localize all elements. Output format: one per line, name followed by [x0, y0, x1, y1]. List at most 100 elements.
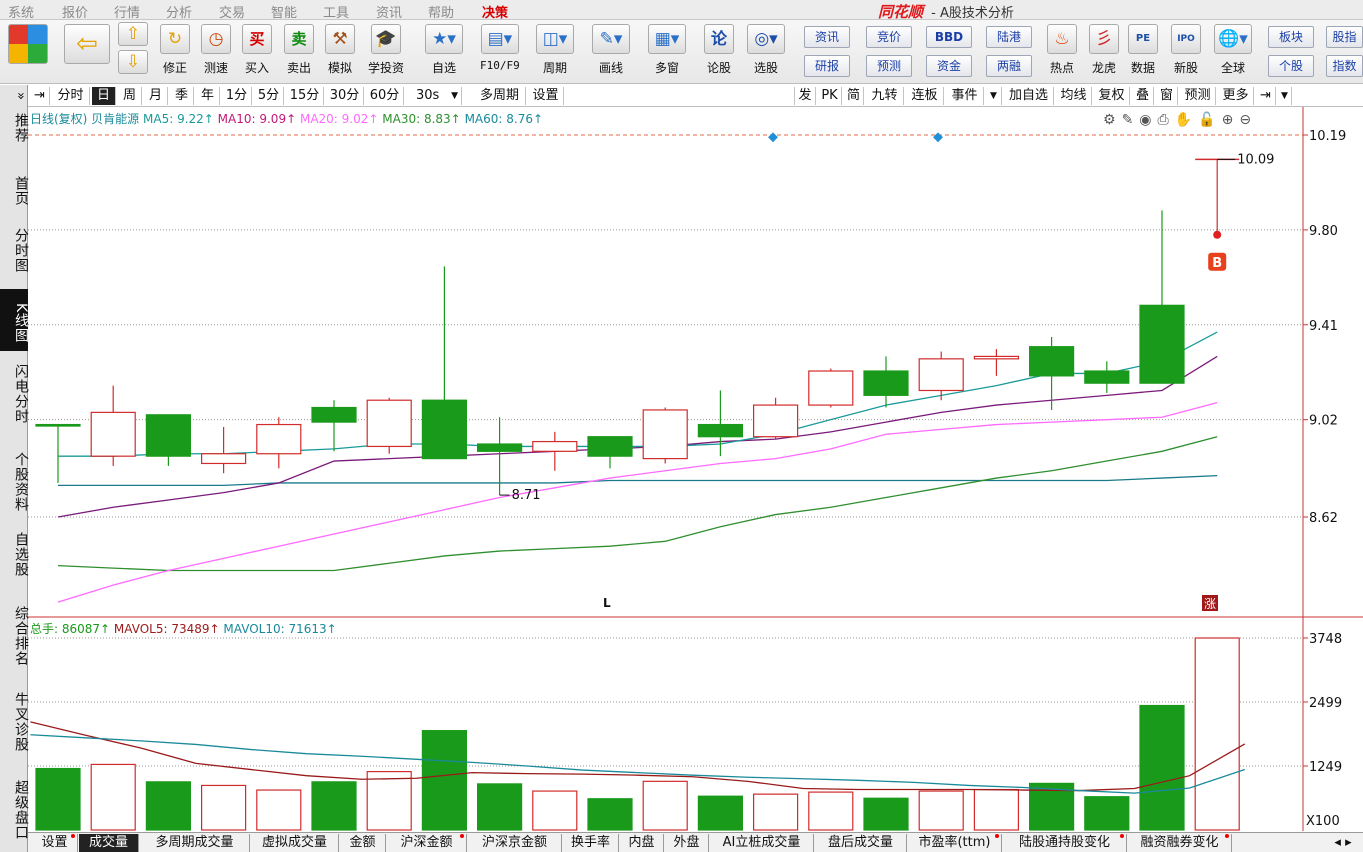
tab-year[interactable]: 年: [196, 87, 220, 105]
indicator-tab[interactable]: 成交量: [79, 834, 139, 852]
pen-tool-icon[interactable]: ✎: [1122, 112, 1140, 128]
indicator-tab[interactable]: 陆股通持股变化: [1003, 834, 1127, 852]
candle[interactable]: [35, 423, 81, 427]
sidebar-item-super-panel[interactable]: 超级盘口: [0, 773, 29, 847]
menu-smart[interactable]: 智能: [271, 2, 297, 21]
candle[interactable]: [311, 406, 357, 423]
indicator-tab[interactable]: 内盘: [620, 834, 664, 852]
tab-scroll-arrows-icon[interactable]: ◂ ▸: [1326, 834, 1360, 852]
tool-adjust[interactable]: 复权: [1094, 87, 1130, 105]
volume-bar[interactable]: [201, 784, 247, 831]
stock-button[interactable]: 个股: [1268, 55, 1314, 77]
indicator-tab[interactable]: AI立桩成交量: [710, 834, 814, 852]
indicator-tab[interactable]: 市盈率(ttm): [908, 834, 1002, 852]
volume-bar[interactable]: [1084, 796, 1130, 831]
indicator-tab[interactable]: 多周期成交量: [140, 834, 250, 852]
data-button[interactable]: PE 数据: [1128, 24, 1158, 82]
more-dropdown-icon[interactable]: ▼: [1278, 87, 1292, 105]
watchlist-button[interactable]: ★▾ 自选: [425, 24, 463, 82]
sector-button[interactable]: 板块: [1268, 26, 1314, 48]
stock-pick-button[interactable]: ◎▾ 选股: [747, 24, 785, 82]
volume-bar[interactable]: [863, 797, 909, 831]
menu-help[interactable]: 帮助: [428, 2, 454, 21]
learn-button[interactable]: 🎓 学投资: [368, 24, 404, 82]
hand-icon[interactable]: ✋: [1175, 112, 1198, 128]
volume-bar[interactable]: [366, 771, 412, 831]
volume-bar[interactable]: [587, 798, 633, 831]
candle[interactable]: [256, 423, 302, 455]
volume-bar[interactable]: [642, 780, 688, 831]
tab-quarter[interactable]: 季: [170, 87, 194, 105]
volume-chart[interactable]: 3748 2499 1249 X100: [28, 618, 1363, 831]
zoom-out-icon[interactable]: ⊖: [1239, 112, 1257, 128]
tab-multi-period[interactable]: 多周期: [474, 87, 526, 105]
dragon-button[interactable]: 彡龙虎: [1089, 24, 1119, 82]
volume-bar[interactable]: [918, 790, 964, 831]
candle[interactable]: [201, 453, 247, 465]
margin-button[interactable]: 两融: [986, 55, 1032, 77]
tab-30s-select[interactable]: 30s ▼: [412, 87, 462, 105]
menu-analysis[interactable]: 分析: [166, 2, 192, 21]
eye-icon[interactable]: ◉: [1139, 112, 1157, 128]
capital-button[interactable]: 资金: [926, 55, 972, 77]
print-icon[interactable]: ⎙: [1158, 112, 1175, 128]
sidebar-item-ranking[interactable]: 综合排名: [0, 599, 29, 673]
speed-test-button[interactable]: ◷ 测速: [201, 24, 231, 82]
tool-more[interactable]: 更多: [1218, 87, 1254, 105]
menu-tools[interactable]: 工具: [323, 2, 349, 21]
period-button[interactable]: ◫▾ 周期: [536, 24, 574, 82]
tab-60min[interactable]: 60分: [366, 87, 404, 105]
candle[interactable]: [477, 443, 523, 452]
volume-bar[interactable]: [532, 790, 578, 831]
candle[interactable]: [863, 370, 909, 396]
tool-pk[interactable]: PK: [818, 87, 842, 105]
lock-icon[interactable]: 🔓: [1198, 112, 1221, 128]
sidebar-item-intraday[interactable]: 分时图: [0, 223, 29, 277]
hk-connect-button[interactable]: 陆港: [986, 26, 1032, 48]
tab-5min[interactable]: 5分: [254, 87, 284, 105]
volume-bar[interactable]: [421, 730, 467, 831]
candle[interactable]: [808, 370, 854, 406]
menu-news[interactable]: 资讯: [376, 2, 402, 21]
draw-line-button[interactable]: ✎▾ 画线: [592, 24, 630, 82]
forecast-button[interactable]: 预测: [866, 55, 912, 77]
volume-bar[interactable]: [256, 789, 302, 831]
discuss-button[interactable]: 论论股: [704, 24, 734, 82]
menu-quote[interactable]: 报价: [62, 2, 88, 21]
volume-bar[interactable]: [752, 793, 799, 831]
volume-bar[interactable]: [311, 781, 357, 831]
zoom-in-icon[interactable]: ⊕: [1222, 112, 1240, 128]
multi-window-button[interactable]: ▦▾ 多窗: [648, 24, 686, 82]
tool-events[interactable]: 事件: [946, 87, 984, 105]
tab-settings[interactable]: 设置: [528, 87, 564, 105]
candle[interactable]: [752, 404, 799, 438]
sidebar-item-recommend[interactable]: 推荐: [0, 105, 29, 151]
hot-button[interactable]: ♨ 热点: [1047, 24, 1077, 82]
sidebar-item-diagnose[interactable]: 牛叉诊股: [0, 685, 29, 759]
menu-trade[interactable]: 交易: [219, 2, 245, 21]
tool-predict[interactable]: 预测: [1180, 87, 1216, 105]
research-button[interactable]: 研报: [804, 55, 850, 77]
event-marker[interactable]: [768, 132, 778, 143]
tool-publish[interactable]: 发: [794, 87, 816, 105]
volume-bar[interactable]: [477, 783, 523, 831]
tab-day[interactable]: 日: [92, 87, 116, 105]
candle[interactable]: [1084, 370, 1130, 384]
kline-chart[interactable]: 10.19 9.80 9.41 9.02 8.62 B 10.09 8.71 L 涨: [28, 107, 1363, 618]
volume-bar[interactable]: [145, 781, 192, 831]
volume-bar[interactable]: [973, 788, 1020, 831]
candle[interactable]: [918, 358, 964, 392]
menu-system[interactable]: 系统: [8, 2, 34, 21]
tab-15min[interactable]: 15分: [286, 87, 324, 105]
event-marker[interactable]: [933, 132, 943, 143]
tab-month[interactable]: 月: [144, 87, 168, 105]
events-dropdown-icon[interactable]: ▼: [986, 87, 1002, 105]
menu-market[interactable]: 行情: [114, 2, 140, 21]
indicator-tab[interactable]: 金额: [340, 834, 386, 852]
buy-button[interactable]: 买买入: [242, 24, 272, 82]
tool-simple[interactable]: 简: [844, 87, 864, 105]
tool-add-watch[interactable]: 加自选: [1004, 87, 1054, 105]
indicator-tab[interactable]: 盘后成交量: [815, 834, 907, 852]
news-button[interactable]: 资讯: [804, 26, 850, 48]
candle[interactable]: [973, 355, 1020, 360]
